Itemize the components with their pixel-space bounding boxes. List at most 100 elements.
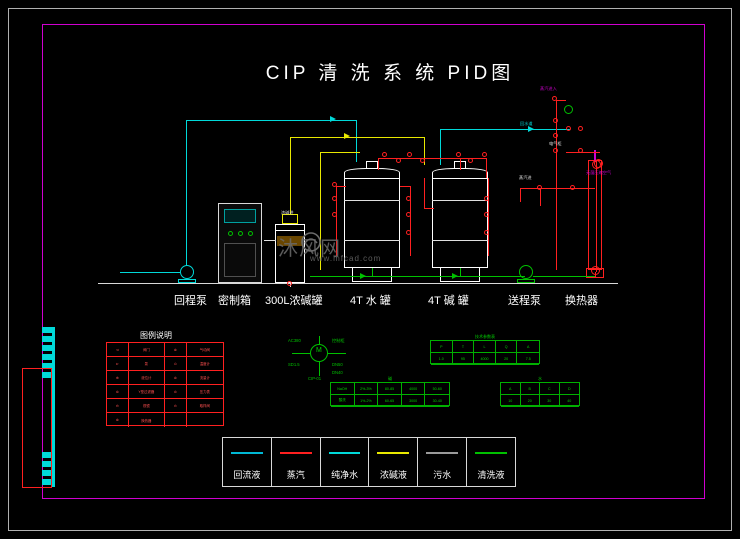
equipment-baseline — [98, 283, 618, 284]
equipment-label: 回程泵 — [174, 295, 207, 307]
symbol-legend-row: ⊗ 换热器 — [107, 413, 223, 427]
pipe-red-water-right-top — [400, 186, 411, 187]
symbol-legend-row: ⊲ 阀门 ⊗ 气动阀 — [107, 343, 224, 357]
equipment-label-row: 回程泵 密制箱 300L浓碱罐 4T 水 罐 4T 碱 罐 送程泵 换热器 — [160, 292, 640, 310]
symbol-legend-cell: 换热器 — [129, 413, 166, 427]
watermark-url: www.mfcad.com — [310, 254, 382, 263]
pipe-steam-header — [520, 188, 595, 189]
temperature-gauge-icon — [594, 159, 603, 168]
device-tag: DN40 — [332, 370, 343, 375]
table-cell: 7.5 — [517, 353, 540, 365]
color-legend-label: 清洗液 — [477, 470, 505, 480]
pipe-tag: 蒸汽进入 — [540, 86, 557, 91]
flow-arrow-cyan — [330, 116, 336, 122]
valve-icon — [578, 148, 583, 153]
cabinet-indicator — [248, 231, 253, 236]
symbol-legend-grid: ⊲ 阀门 ⊗ 气动阀 ⊳ 泵 ⊙ 温度计 ⊕ 液位计 ⊛ 流量计 ⊚ Y型过滤器 ⊜ 压力表 ⊖ 视镜 ⊝ 取样阀 ⊗ 换… — [106, 342, 224, 427]
pipe-red-water-vent — [378, 158, 379, 170]
margin-block — [42, 327, 52, 333]
cabinet-display — [224, 209, 256, 223]
valve-icon — [420, 158, 425, 163]
pipe-yellow-header — [290, 137, 424, 138]
table-cell: NaOH — [331, 383, 355, 395]
color-legend-label: 回流液 — [233, 470, 261, 480]
color-legend-label: 浓碱液 — [379, 470, 407, 480]
pipe-steam-drop — [520, 188, 521, 202]
symbol-legend-heading: 图例说明 — [140, 331, 172, 340]
margin-frame-box — [22, 368, 52, 488]
pipe-red-alkali-left — [424, 178, 425, 208]
symbol-legend-cell: ⊛ — [165, 371, 187, 385]
valve-icon — [570, 185, 575, 190]
symbol-legend-row: ⊚ Y型过滤器 ⊜ 压力表 — [107, 385, 224, 399]
valve-icon — [484, 212, 489, 217]
symbol-legend: 图例说明 ⊲ 阀门 ⊗ 气动阀 ⊳ 泵 ⊙ 温度计 ⊕ 液位计 ⊛ 流量计 ⊚ Y型过滤器 ⊜ 压力表 ⊖ 视镜 ⊝… — [100, 330, 228, 430]
valve-icon — [484, 230, 489, 235]
color-legend: 回流液 蒸汽 纯净水 浓碱液 污水 清洗液 — [222, 437, 516, 487]
pipe-steam-riser — [556, 100, 557, 270]
symbol-legend-row: ⊖ 视镜 ⊝ 取样阀 — [107, 399, 224, 413]
color-legend-label: 蒸汽 — [286, 470, 305, 480]
margin-rule — [52, 327, 55, 487]
symbol-legend-cell: 压力表 — [186, 385, 224, 399]
table-cell: 1%-2% — [354, 395, 379, 407]
table-cell: 40 — [559, 395, 579, 407]
pipe-tag: 回水道 — [520, 121, 533, 126]
drain-valve-icon — [591, 266, 600, 275]
pipe-tag: 无菌压缩空气 — [586, 170, 612, 175]
pipe-steam-air — [566, 152, 600, 153]
motor-lead — [319, 362, 320, 376]
color-legend-cell: 污水 — [418, 438, 468, 486]
table-cell: B — [520, 383, 540, 395]
pipe-green-alkali-outlet — [460, 268, 461, 277]
pipe-red-alkali-vent — [460, 158, 461, 170]
valve-icon — [332, 212, 337, 217]
pipe-green-water-outlet — [372, 268, 373, 277]
table-row: 酸洗 1%-2% 60-65 3000 30-40 — [331, 395, 450, 407]
cad-drawing-canvas: CIP 清 洗 系 统 PID图 蒸汽进入 回水道 电气柜 无菌压缩空气 蒸汽进… — [0, 0, 740, 539]
color-legend-cell: 纯净水 — [321, 438, 370, 486]
table-cell: 60-65 — [378, 395, 402, 407]
table-cell: L — [474, 341, 496, 353]
cabinet-panel — [224, 243, 256, 277]
color-legend-swatch — [231, 452, 263, 454]
margin-block — [42, 336, 52, 342]
symbol-legend-row: ⊕ 液位计 ⊛ 流量计 — [107, 371, 224, 385]
table-right: A B C D 10 20 30 40 水 — [500, 376, 580, 407]
table-cell: P — [431, 341, 453, 353]
table-row: NaOH 2%-3% 80-85 4000 50-60 — [331, 383, 450, 395]
equipment-label: 4T 水 罐 — [350, 295, 391, 307]
symbol-legend-cell: ⊜ — [165, 385, 187, 399]
tank-alkali-body — [432, 178, 488, 268]
color-legend-label: 污水 — [433, 470, 452, 480]
symbol-legend-cell: 气动阀 — [186, 343, 224, 357]
margin-block — [42, 354, 52, 360]
valve-icon — [482, 152, 487, 157]
flow-arrow-green — [452, 273, 458, 279]
pipe-tag: 浓碱进 — [281, 210, 294, 215]
table-cell: 30-40 — [425, 395, 450, 407]
pipe-tag: 蒸汽进 — [519, 175, 532, 180]
symbol-legend-cell: 取样阀 — [186, 399, 224, 413]
tank-water-weldline — [344, 200, 400, 201]
tank-water-manhole — [366, 161, 378, 169]
pipe-green-discharge — [533, 276, 595, 277]
device-tag: DN50 — [332, 362, 343, 367]
table-cell: C — [540, 383, 560, 395]
device-tag: CIP-01 — [308, 376, 322, 381]
table-cell: 20 — [520, 395, 540, 407]
motor-lead — [319, 336, 320, 344]
valve-icon — [537, 185, 542, 190]
symbol-legend-cell: ⊗ — [107, 413, 129, 427]
valve-icon — [553, 133, 558, 138]
safety-valve-icon — [564, 105, 573, 114]
symbol-legend-cell — [165, 413, 187, 427]
tank-300l-top — [275, 224, 305, 231]
symbol-legend-cell: 流量计 — [186, 371, 224, 385]
pipe-yellow-riser — [290, 137, 291, 214]
table-cell: Q — [495, 341, 518, 353]
color-legend-swatch — [475, 452, 507, 454]
symbol-legend-cell: ⊳ — [107, 357, 129, 371]
valve-icon — [468, 158, 473, 163]
table-row: 10 20 30 40 — [501, 395, 579, 407]
